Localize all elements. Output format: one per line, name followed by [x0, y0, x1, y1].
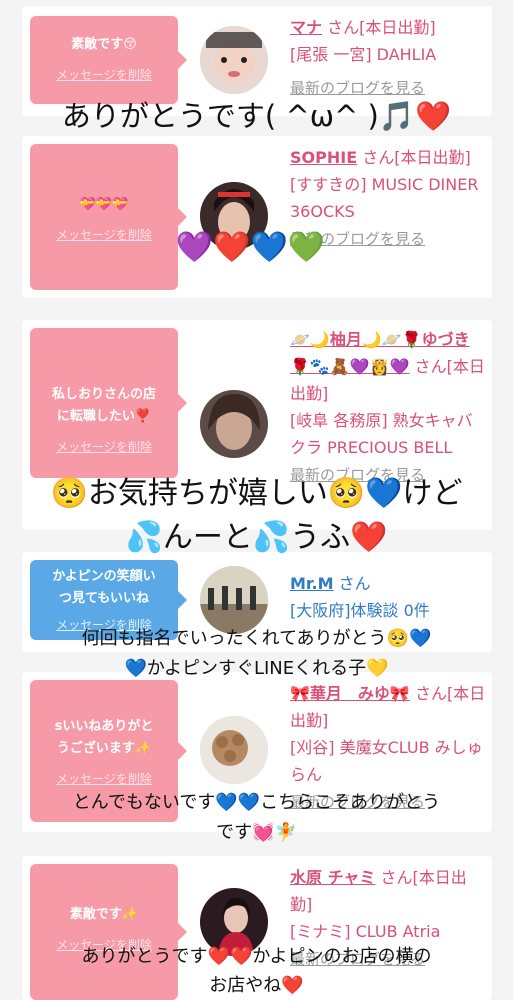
message-text: 素敵です😚 [71, 37, 137, 52]
delete-message-link[interactable]: メッセージを削除 [30, 770, 178, 787]
avatar-image [200, 390, 268, 458]
profile-name-link[interactable]: マナ [290, 18, 322, 37]
overlay-caption: 🥺お気持ちが嬉しい🥺💙けど 💦んーと💦うふ❤️ [50, 476, 463, 555]
overlay-caption: 何回も指名でいったくれてありがとう🥺💙 💙かよピンすぐLINEくれる子💛 [81, 628, 432, 679]
profile-status: さん [338, 574, 371, 593]
profile-name-link[interactable]: Mr.M [290, 574, 334, 593]
profile-info: 🪐🌙柚月🌙🪐🌹ゆづき🌹🐾🧸💜👸💜 さん[本日出勤] [岐阜 各務原] 熟女キャバ… [290, 326, 486, 489]
profile-shop: [大阪府]体験談 0件 [290, 601, 430, 620]
overlay-caption: ありがとうです❤️❤️かよピンのお店の横の お店やね❤️ [81, 946, 432, 996]
profile-shop: [ミナミ] CLUB Atria [290, 922, 441, 941]
profile-status: さん[本日出勤] [362, 148, 471, 167]
message-text: 💝💝💝 [79, 197, 129, 212]
message-bubble: 素敵です😚 メッセージを削除 [30, 16, 187, 104]
delete-message-link[interactable]: メッセージを削除 [30, 66, 178, 83]
overlay-caption: ありがとうです( ^ω^ )🎵❤️ [61, 99, 452, 133]
avatar[interactable] [200, 716, 268, 784]
profile-status: さん[本日出勤] [327, 18, 436, 37]
overlay-caption: 💜❤️💙💚 [175, 230, 326, 265]
profile-shop: [岐阜 各務原] 熟女キャバクラ PRECIOUS BELL [290, 411, 473, 457]
blog-link[interactable]: 最新のブログを見る [290, 79, 425, 97]
profile-info: Mr.M さん [大阪府]体験談 0件 [290, 570, 486, 624]
profile-shop: [刈谷] 美魔女CLUB みしゅらん [290, 738, 483, 784]
message-bubble: 私しおりさんの店 に転職したい❣️ メッセージを削除 [30, 328, 187, 478]
delete-message-link[interactable]: メッセージを削除 [30, 438, 178, 455]
profile-name-link[interactable]: 🎀華月 みゆ🎀 [290, 684, 410, 703]
profile-name-link[interactable]: 水原 チャミ [290, 868, 375, 887]
message-text: sいいねありがと うございます✨ [54, 719, 154, 756]
message-text: 素敵です✨ [69, 907, 139, 922]
message-card: 💝💝💝 メッセージを削除 SOPHIE さん[本日出勤] [すすきの] MUSI… [22, 136, 492, 298]
avatar[interactable] [200, 26, 268, 94]
overlay-caption: とんでもないです💙💙こちらこそありがとう です💓🧚 [72, 792, 441, 843]
message-text: かよピンの笑顔い つ見てもいいね [52, 569, 156, 606]
profile-shop: [尾張 一宮] DAHLIA [290, 45, 437, 64]
avatar[interactable] [200, 390, 268, 458]
profile-name-link[interactable]: SOPHIE [290, 148, 357, 167]
message-text: 私しおりさんの店 に転職したい❣️ [51, 387, 156, 424]
message-bubble: 💝💝💝 メッセージを削除 [30, 144, 187, 290]
avatar-image [200, 26, 268, 94]
profile-shop: [すすきの] MUSIC DINER 36OCKS [290, 175, 479, 221]
profile-info: マナ さん[本日出勤] [尾張 一宮] DAHLIA 最新のブログを見る [290, 14, 486, 108]
avatar-image [200, 716, 268, 784]
